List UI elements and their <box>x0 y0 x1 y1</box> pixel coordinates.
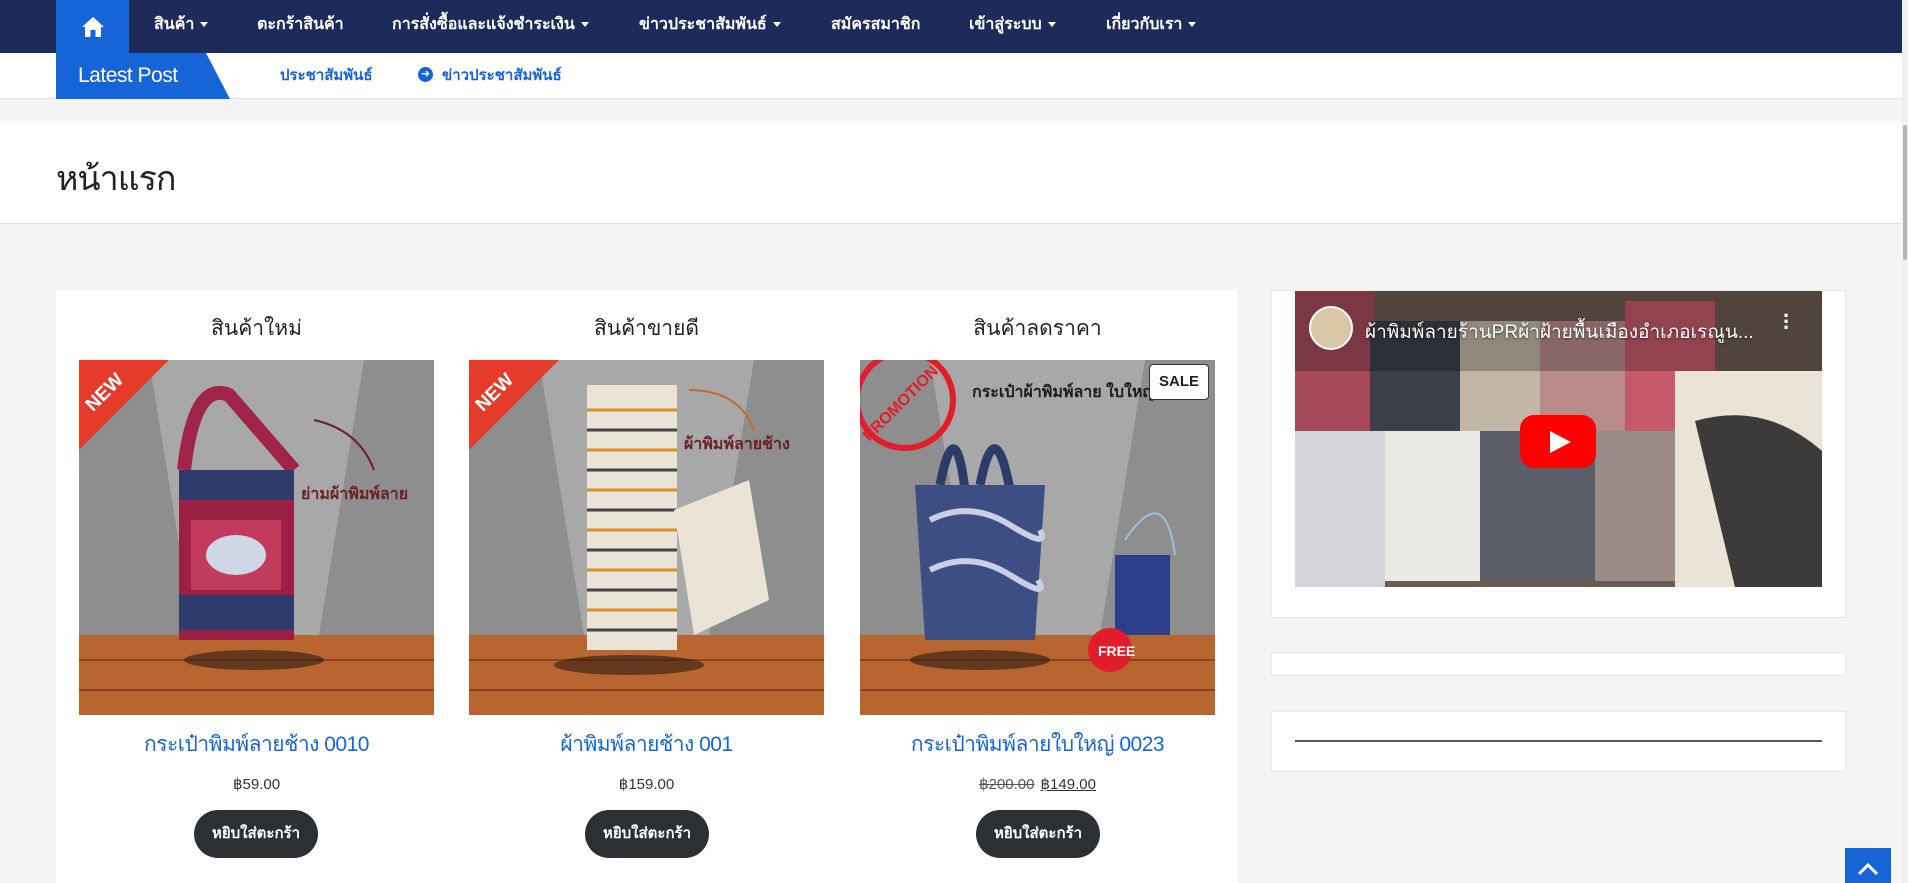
product-name-bag-0023[interactable]: กระเป๋าพิมพ์ลายใบใหญ่ 0023 <box>860 728 1215 761</box>
page-title: หน้าแรก <box>56 160 177 198</box>
nav-item-register[interactable]: สมัครสมาชิก <box>831 0 920 53</box>
column-title-bestseller: สินค้าขายดี <box>593 317 700 340</box>
column-title-sale: สินค้าลดราคา <box>973 317 1102 340</box>
youtube-video-embed[interactable]: ผ้าพิมพ์ลายร้านPRผ้าฝ้ายพื้นเมืองอำเภอเร… <box>1295 291 1822 587</box>
sale-badge: SALE <box>1149 364 1209 400</box>
nav-item-orders-payment[interactable]: การสั่งซื้อและแจ้งชำระเงิน <box>392 0 589 53</box>
play-icon[interactable] <box>1520 415 1596 468</box>
product-name-cloth-001[interactable]: ผ้าพิมพ์ลายช้าง 001 <box>469 728 824 761</box>
scrollbar-thumb[interactable] <box>1903 125 1907 260</box>
caret-down-icon <box>772 22 781 28</box>
product-image-bag-0023[interactable]: FREE PROMOTION กระเป๋าผ้าพิมพ์ลาย ใบใหญ่ <box>860 360 1215 715</box>
product-price: ฿59.00 <box>232 776 281 793</box>
latest-link-pr[interactable]: ประชาสัมพันธ์ <box>280 53 373 99</box>
caret-down-icon <box>1047 22 1056 28</box>
product-image-caption: ย่ามผ้าพิมพ์ลาย <box>301 486 409 503</box>
home-icon <box>81 16 104 37</box>
product-price: ฿159.00 <box>618 776 675 793</box>
old-price: ฿200.00 <box>979 776 1035 793</box>
nav-item-news[interactable]: ข่าวประชาสัมพันธ์ <box>639 0 781 53</box>
sidebar-widget-empty <box>1271 652 1846 676</box>
top-navigation: สินค้า ตะกร้าสินค้า การสั่งซื้อและแจ้งชำ… <box>0 0 1902 53</box>
sidebar-widget-divider <box>1271 711 1846 772</box>
latest-link-news[interactable]: ➜ ข่าวประชาสัมพันธ์ <box>418 53 562 99</box>
video-title[interactable]: ผ้าพิมพ์ลายร้านPRผ้าฝ้ายพื้นเมืองอำเภอเร… <box>1365 317 1754 347</box>
divider-line <box>1295 740 1822 742</box>
product-price-sale: ฿200.00 ฿149.00 <box>860 775 1215 793</box>
product-image-cloth-001[interactable]: NEW ผ้าพิมพ์ลายช้าง <box>469 360 824 715</box>
product-name-bag-0010[interactable]: กระเป๋าพิมพ์ลายช้าง 0010 <box>79 728 434 761</box>
nav-item-about[interactable]: เกี่ยวกับเรา <box>1106 0 1197 53</box>
add-to-cart-button[interactable]: หยิบใส่ตะกร้า <box>585 810 709 858</box>
nav-item-products[interactable]: สินค้า <box>154 0 209 53</box>
chevron-up-icon <box>1857 862 1879 876</box>
add-to-cart-button[interactable]: หยิบใส่ตะกร้า <box>976 810 1100 858</box>
caret-down-icon <box>200 22 209 28</box>
add-to-cart-button[interactable]: หยิบใส่ตะกร้า <box>194 810 318 858</box>
caret-down-icon <box>1188 22 1197 28</box>
product-image-caption: ผ้าพิมพ์ลายช้าง <box>684 436 790 453</box>
latest-post-tag: Latest Post <box>56 53 230 99</box>
nav-item-login[interactable]: เข้าสู่ระบบ <box>969 0 1056 53</box>
scroll-to-top-button[interactable] <box>1845 848 1891 883</box>
nav-item-cart[interactable]: ตะกร้าสินค้า <box>257 0 344 53</box>
home-button[interactable] <box>56 0 129 53</box>
channel-avatar[interactable] <box>1309 306 1353 350</box>
product-image-bag-0010[interactable]: NEW ย่ามผ้าพิมพ์ลาย <box>79 360 434 715</box>
arrow-right-circle-icon: ➜ <box>418 66 433 82</box>
latest-post-bar: Latest Post ประชาสัมพันธ์ ➜ ข่าวประชาสัมพ… <box>0 53 1902 99</box>
page-header: หน้าแรก <box>0 121 1902 224</box>
more-vert-icon[interactable]: · · · <box>1783 305 1790 339</box>
free-badge: FREE <box>1098 643 1135 659</box>
column-title-new: สินค้าใหม่ <box>211 317 302 340</box>
caret-down-icon <box>580 22 589 28</box>
new-price: ฿149.00 <box>1040 776 1096 793</box>
